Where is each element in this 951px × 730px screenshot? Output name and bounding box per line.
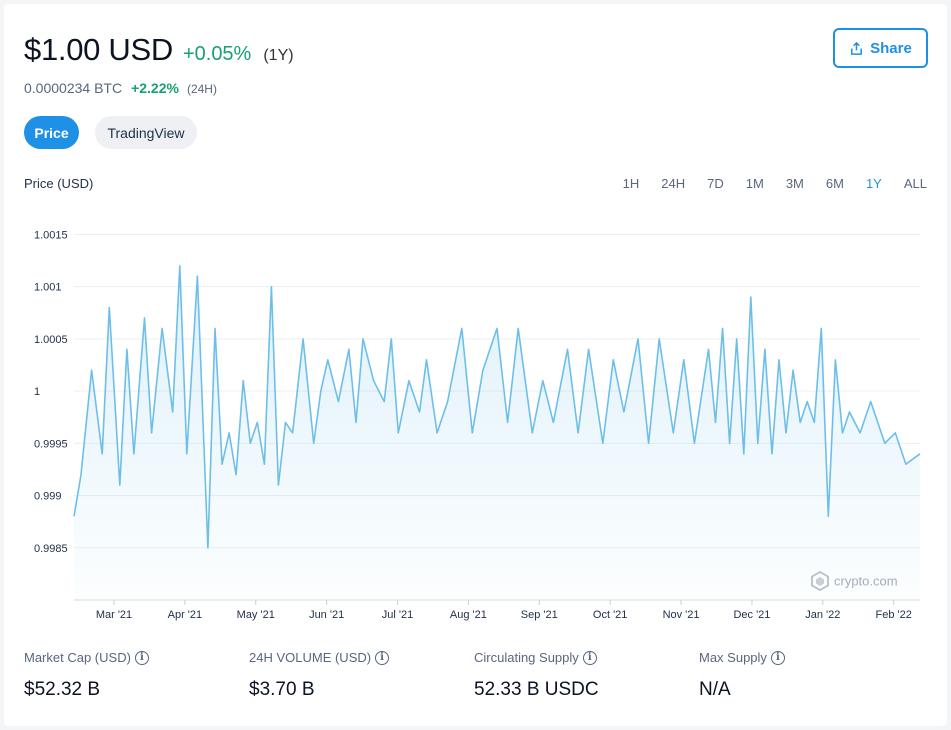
stat-value: $3.70 B (249, 679, 315, 700)
range-1y[interactable]: 1Y (866, 176, 882, 191)
stat-value: 52.33 B USDC (474, 679, 599, 700)
x-tick-label: Jan '22 (805, 609, 840, 621)
x-tick-label: Aug '21 (450, 609, 487, 621)
share-button[interactable]: Share (833, 28, 928, 68)
share-icon (851, 41, 863, 55)
share-label: Share (870, 39, 912, 57)
price-area-fill (74, 265, 920, 600)
x-tick-label: Mar '21 (96, 609, 132, 621)
stats-row: Market Cap (USD) i $52.32 B 24H VOLUME (U… (24, 650, 924, 701)
price-change: +0.05% (182, 43, 252, 65)
x-tick-label: Oct '21 (593, 609, 628, 621)
watermark-text: crypto.com (834, 574, 898, 589)
stat-label: Circulating Supply (474, 650, 579, 665)
price-value: $1.00 USD (24, 32, 173, 67)
x-tick-label: Dec '21 (733, 609, 770, 621)
price-header: $1.00 USD +0.05% (1Y) (24, 32, 294, 68)
btc-price-row: 0.0000234 BTC +2.22% (24H) (24, 80, 217, 96)
range-7d[interactable]: 7D (707, 176, 724, 191)
price-chart[interactable]: 1.0015 1.001 1.0005 1 0.9995 0.999 0.9985 Mar '… (4, 214, 947, 629)
info-icon[interactable]: i (582, 650, 597, 665)
time-range-selector: 1H 24H 7D 1M 3M 6M 1Y ALL (601, 176, 927, 191)
range-3m[interactable]: 3M (786, 176, 804, 191)
range-24h[interactable]: 24H (661, 176, 685, 191)
stat-label: Market Cap (USD) (24, 650, 131, 665)
x-tick-label: Feb '22 (876, 609, 912, 621)
y-tick-label: 0.9985 (34, 543, 68, 555)
x-tick-label: Sep '21 (521, 609, 558, 621)
stat-value: $52.32 B (24, 679, 101, 700)
y-tick-label: 0.9995 (34, 438, 68, 450)
x-tick-label: Apr '21 (168, 609, 203, 621)
x-tick-label: Nov '21 (663, 609, 700, 621)
info-icon[interactable]: i (134, 650, 149, 665)
stat-label: Max Supply (699, 650, 767, 665)
range-1h[interactable]: 1H (623, 176, 640, 191)
range-1m[interactable]: 1M (746, 176, 764, 191)
stat-market-cap: Market Cap (USD) i $52.32 B (24, 650, 249, 701)
x-tick-label: Jun '21 (309, 609, 344, 621)
stat-volume: 24H VOLUME (USD) i $3.70 B (249, 650, 474, 701)
y-tick-label: 1.001 (34, 282, 62, 294)
price-period: (1Y) (263, 47, 294, 64)
info-icon[interactable]: i (375, 650, 390, 665)
tab-tradingview[interactable]: TradingView (95, 116, 197, 149)
range-all[interactable]: ALL (904, 176, 927, 191)
chart-axis-label: Price (USD) (24, 176, 94, 191)
tab-price[interactable]: Price (24, 116, 79, 149)
btc-change: +2.22% (131, 80, 179, 96)
range-6m[interactable]: 6M (826, 176, 844, 191)
price-card: $1.00 USD +0.05% (1Y) 0.0000234 BTC +2.2… (4, 4, 947, 726)
y-tick-label: 1.0015 (34, 229, 68, 241)
stat-value: N/A (699, 679, 731, 700)
y-tick-label: 0.999 (34, 491, 62, 503)
btc-period: (24H) (186, 82, 217, 96)
x-tick-label: May '21 (237, 609, 275, 621)
stat-max-supply: Max Supply i N/A (699, 650, 924, 701)
y-tick-label: 1 (34, 386, 40, 398)
y-tick-label: 1.0005 (34, 334, 68, 346)
btc-price: 0.0000234 BTC (24, 80, 123, 96)
x-tick-label: Jul '21 (382, 609, 413, 621)
info-icon[interactable]: i (770, 650, 785, 665)
stat-circulating-supply: Circulating Supply i 52.33 B USDC (474, 650, 699, 701)
stat-label: 24H VOLUME (USD) (249, 650, 372, 665)
